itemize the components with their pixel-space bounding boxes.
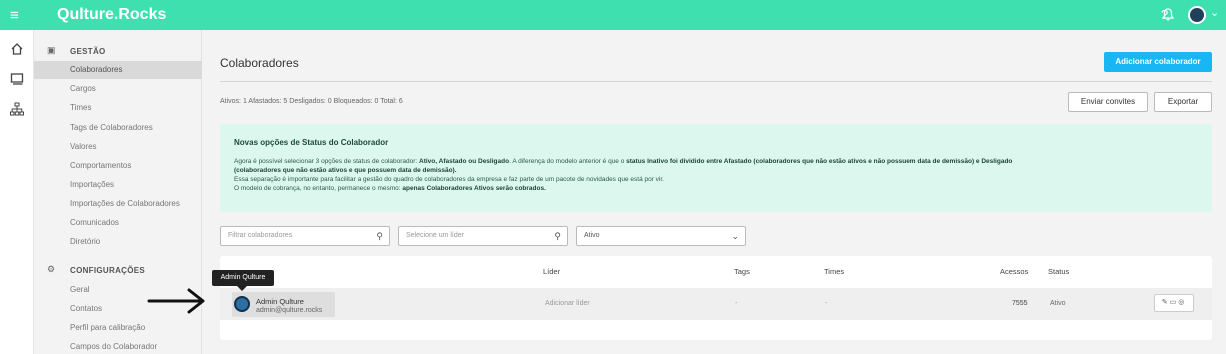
arrow-right-icon <box>147 288 205 314</box>
notice-paragraph: O modelo de cobrança, no entanto, perman… <box>234 185 546 192</box>
chevron-down-icon: ⌄ <box>731 231 739 241</box>
avatar <box>234 296 250 312</box>
add-colaborador-button[interactable]: Adicionar colaborador <box>1104 52 1212 72</box>
edit-icon[interactable]: ✎ <box>1162 299 1170 306</box>
sidebar-item-cargos[interactable]: Cargos <box>34 80 202 98</box>
notice-paragraph: Essa separação é importante para facilit… <box>234 176 664 183</box>
table-row[interactable]: Admin Qulture admin@qulture.rocks Adicio… <box>220 288 1212 320</box>
sidebar-item-comunicados[interactable]: Comunicados <box>34 214 202 232</box>
user-cell[interactable]: Admin Qulture admin@qulture.rocks <box>232 292 335 317</box>
column-header-leader: Líder <box>543 267 561 276</box>
status-notice: Novas opções de Status do Colaborador Ag… <box>220 124 1212 212</box>
sidebar-item-tags[interactable]: Tags de Colaboradores <box>34 119 202 137</box>
avatar[interactable] <box>1188 6 1206 24</box>
user-name[interactable]: Admin Qulture <box>256 297 304 306</box>
colaboradores-table: Líder Tags Times Acessos Status Admin Qu… <box>220 256 1212 340</box>
view-icon[interactable]: ◎ <box>1178 299 1186 306</box>
status-select[interactable]: Ativo ⌄ <box>576 226 746 246</box>
notice-title: Novas opções de Status do Colaborador <box>234 138 389 147</box>
sidebar-item-perfil-calibracao[interactable]: Perfil para calibração <box>34 319 202 337</box>
bell-icon[interactable] <box>1162 8 1174 21</box>
column-header-acessos: Acessos <box>1000 267 1029 276</box>
sidebar-item-colaboradores[interactable]: Colaboradores <box>34 61 202 79</box>
hamburger-icon[interactable]: ≡ <box>10 7 19 24</box>
send-invites-button[interactable]: Enviar convites <box>1068 92 1148 112</box>
gear-icon: ⚙ <box>47 264 56 274</box>
home-icon[interactable] <box>10 42 24 56</box>
sidebar-section-title: CONFIGURAÇÕES <box>70 266 146 275</box>
brand-logo[interactable]: Qulture.Rocks <box>57 6 166 24</box>
acessos-cell: 7555 <box>1012 300 1028 307</box>
column-header-tags: Tags <box>734 267 750 276</box>
search-input[interactable]: Filtrar colaboradores ⚲ <box>220 226 390 246</box>
status-counts: Ativos: 1 Afastados: 5 Desligados: 0 Blo… <box>220 98 403 105</box>
times-cell: - <box>825 300 828 307</box>
user-email: admin@qulture.rocks <box>256 307 323 314</box>
sidebar-item-valores[interactable]: Valores <box>34 138 202 156</box>
sidebar-item-diretorio[interactable]: Diretório <box>34 233 202 251</box>
org-chart-icon[interactable] <box>10 102 24 116</box>
sidebar-section-configuracoes: ⚙ CONFIGURAÇÕES <box>34 263 202 281</box>
people-icon: ▣ <box>47 45 56 55</box>
sidebar-section-title: GESTÃO <box>70 47 106 56</box>
chevron-down-icon[interactable]: ⌄ <box>1210 6 1219 19</box>
sidebar-item-importacoes[interactable]: Importações <box>34 176 202 194</box>
notice-paragraph: (colaboradores que não estão ativos e qu… <box>234 167 457 174</box>
main-content: Colaboradores Adicionar colaborador Ativ… <box>202 30 1226 354</box>
sidebar-item-times[interactable]: Times <box>34 99 202 117</box>
message-icon[interactable]: ▭ <box>1170 299 1179 306</box>
leader-select[interactable]: Selecione um líder ⚲ <box>398 226 568 246</box>
sidebar-section-gestao: ▣ GESTÃO <box>34 44 202 62</box>
column-header-times: Times <box>824 267 845 276</box>
row-actions: ✎▭◎ <box>1154 294 1194 312</box>
sidebar-item-comportamentos[interactable]: Comportamentos <box>34 157 202 175</box>
tags-cell: - <box>735 300 738 307</box>
tooltip: Admin Qulture <box>212 270 274 286</box>
search-icon: ⚲ <box>554 231 561 241</box>
tooltip-arrow <box>237 286 247 291</box>
page-title: Colaboradores <box>220 56 299 70</box>
divider <box>220 81 1212 82</box>
sidebar-item-importacoes-colaboradores[interactable]: Importações de Colaboradores <box>34 195 202 213</box>
search-icon: ⚲ <box>376 231 383 241</box>
status-cell: Ativo <box>1050 300 1066 307</box>
sidebar-item-campos-colaborador[interactable]: Campos do Colaborador <box>34 338 202 354</box>
notice-paragraph: Agora é possível selecionar 3 opções de … <box>234 158 1013 165</box>
icon-rail <box>0 30 34 354</box>
column-header-status: Status <box>1048 267 1070 276</box>
export-button[interactable]: Exportar <box>1154 92 1212 112</box>
top-bar: ≡ Qulture.Rocks ? ⌄ <box>0 0 1226 30</box>
add-leader-link[interactable]: Adicionar líder <box>545 300 590 307</box>
chat-icon[interactable] <box>10 72 24 86</box>
